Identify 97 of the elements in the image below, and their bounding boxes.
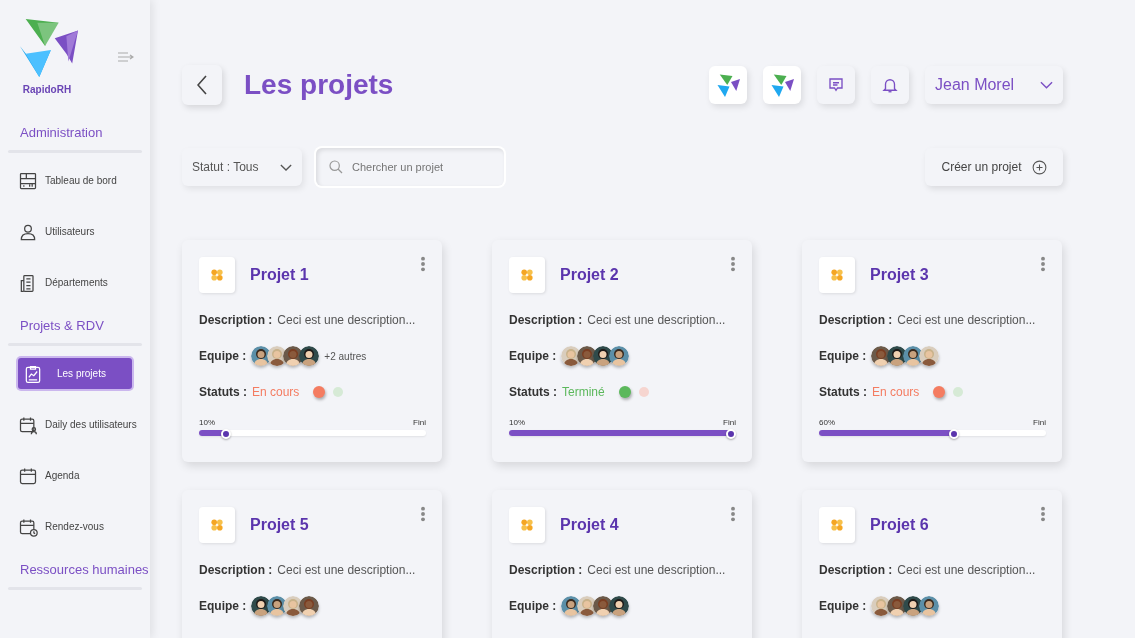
project-card[interactable]: Projet 2 Description : Ceci est une description... Equipe : Statuts : Terminé 10% Fini — [492, 240, 752, 462]
team-extra: +2 autres — [324, 350, 367, 362]
project-description: Ceci est une description... — [587, 313, 726, 327]
status-dot[interactable] — [933, 386, 946, 398]
search-field[interactable]: Chercher un projet — [316, 148, 504, 186]
nav-item[interactable]: Utilisateurs — [18, 216, 142, 247]
section-heading: Projets & RDV — [20, 318, 104, 334]
nav-item[interactable]: Rendez-vous — [18, 511, 142, 542]
status-dot[interactable] — [618, 386, 631, 398]
status-value: Terminé — [562, 385, 605, 399]
app-logo-icon — [770, 73, 794, 97]
flower-icon — [210, 268, 224, 282]
project-title: Projet 6 — [870, 516, 930, 534]
nav-item[interactable]: Tableau de bord — [18, 165, 142, 196]
section-heading: Administration — [20, 124, 103, 141]
flower-icon — [830, 268, 844, 282]
progress-reading: 10% — [509, 418, 525, 427]
chat-icon — [827, 76, 845, 94]
field-label: Statuts : — [509, 385, 557, 399]
brand-name: RapidoRH — [22, 84, 72, 95]
field-label: Equipe : — [819, 599, 867, 613]
field-label: Description : — [819, 563, 893, 577]
progress-end-label: Fini — [723, 418, 736, 427]
app-logo-icon — [716, 73, 740, 97]
more-icon[interactable] — [420, 256, 426, 272]
field-label: Description : — [509, 563, 583, 577]
nav-item[interactable]: Agenda — [18, 460, 142, 491]
progress-end-label: Fini — [1033, 418, 1046, 427]
project-card[interactable]: Projet 5 Description : Ceci est une description... Equipe : — [182, 490, 442, 638]
status-dot[interactable] — [333, 387, 344, 397]
field-label: Equipe : — [199, 599, 247, 613]
status-value: En cours — [872, 385, 920, 399]
field-label: Equipe : — [509, 599, 557, 613]
status-dropdown[interactable]: Statut : Tous — [182, 148, 302, 186]
project-card[interactable]: Projet 4 Description : Ceci est une description... Equipe : — [492, 490, 752, 638]
field-label: Description : — [199, 563, 273, 577]
notifications-button[interactable] — [871, 66, 909, 104]
progress-handle[interactable] — [220, 429, 231, 439]
project-title: Projet 4 — [560, 516, 620, 534]
project-title: Projet 2 — [560, 266, 620, 284]
more-icon[interactable] — [730, 506, 736, 522]
field-label: Equipe : — [199, 349, 247, 363]
user-menu[interactable]: Jean Morel — [925, 66, 1063, 104]
progress-reading: 10% — [199, 418, 215, 427]
status-value: En cours — [252, 385, 300, 399]
back-button[interactable] — [182, 65, 222, 105]
section-heading: Ressources humaines — [20, 562, 149, 578]
dashboard-icon — [18, 170, 38, 191]
status-dot[interactable] — [313, 386, 326, 398]
project-description: Ceci est une description... — [277, 313, 416, 327]
collapse-icon[interactable] — [118, 52, 134, 62]
more-icon[interactable] — [730, 256, 736, 272]
app-button[interactable] — [763, 66, 801, 104]
chevron-down-icon — [280, 163, 292, 171]
chevron-down-icon — [1040, 81, 1053, 89]
bell-icon — [881, 76, 899, 94]
project-description: Ceci est une description... — [897, 313, 1036, 327]
nav-item[interactable]: Daily des utilisateurs — [18, 409, 142, 440]
more-icon[interactable] — [420, 506, 426, 522]
progress-handle[interactable] — [949, 429, 960, 439]
flower-icon — [520, 268, 534, 282]
field-label: Statuts : — [819, 385, 867, 399]
search-icon — [328, 159, 344, 175]
page-title: Les projets — [244, 69, 394, 101]
create-project-button[interactable]: Créer un projet — [925, 148, 1063, 186]
progress-reading: 60% — [819, 418, 835, 427]
project-title: Projet 1 — [250, 266, 310, 284]
flower-icon — [830, 518, 844, 532]
progress-handle[interactable] — [726, 429, 736, 439]
project-description: Ceci est une description... — [277, 563, 416, 577]
project-card[interactable]: Projet 1 Description : Ceci est une description... Equipe : +2 autres Statuts : En cours 10% Fini — [182, 240, 442, 462]
field-label: Equipe : — [819, 349, 867, 363]
chart-clipboard-icon — [23, 363, 43, 384]
project-description: Ceci est une description... — [897, 563, 1036, 577]
project-title: Projet 3 — [870, 266, 930, 284]
messages-button[interactable] — [817, 66, 855, 104]
flower-icon — [520, 518, 534, 532]
field-label: Statuts : — [199, 385, 247, 399]
status-dot[interactable] — [953, 387, 964, 397]
nav-item[interactable]: Les projets — [18, 358, 132, 389]
progress-end-label: Fini — [413, 418, 426, 427]
field-label: Description : — [819, 313, 893, 327]
more-icon[interactable] — [1040, 256, 1046, 272]
chevron-left-icon — [197, 74, 207, 96]
flower-icon — [210, 518, 224, 532]
project-description: Ceci est une description... — [587, 563, 726, 577]
status-dot[interactable] — [638, 387, 649, 397]
more-icon[interactable] — [1040, 506, 1046, 522]
project-card[interactable]: Projet 6 Description : Ceci est une description... Equipe : — [802, 490, 1062, 638]
plus-circle-icon — [1031, 159, 1047, 175]
nav-item[interactable]: Départements — [18, 267, 142, 298]
field-label: Description : — [199, 313, 273, 327]
project-card[interactable]: Projet 3 Description : Ceci est une description... Equipe : Statuts : En cours 60% Fini — [802, 240, 1062, 462]
project-title: Projet 5 — [250, 516, 310, 534]
field-label: Equipe : — [509, 349, 557, 363]
field-label: Description : — [509, 313, 583, 327]
app-button[interactable] — [709, 66, 747, 104]
